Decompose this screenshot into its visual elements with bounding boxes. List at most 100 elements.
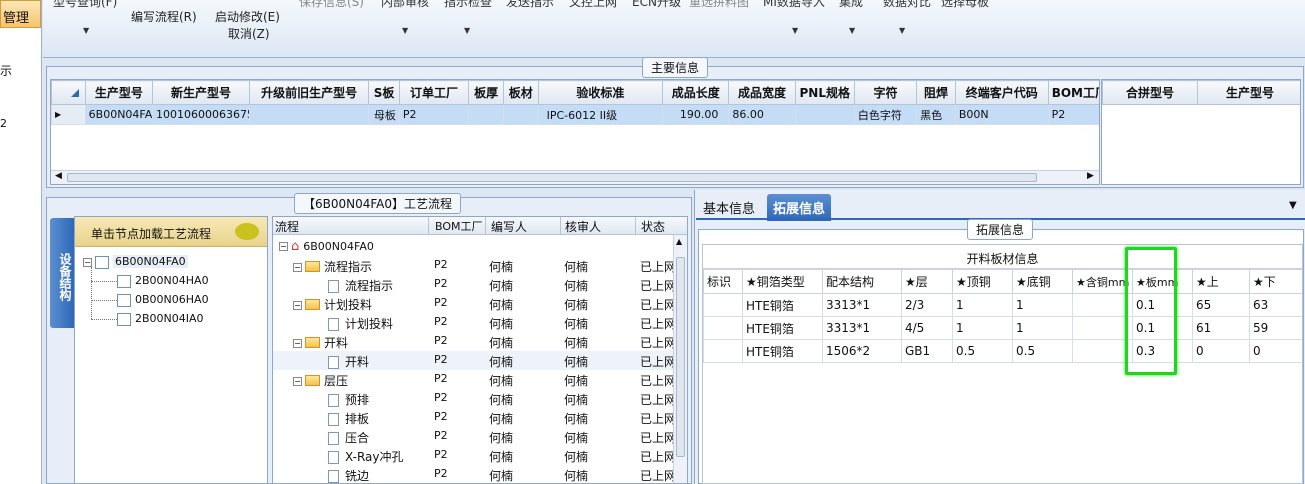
table-cell[interactable]: 0.5 — [952, 339, 1013, 363]
save-info-button[interactable]: 保存信息(S) — [299, 0, 364, 10]
table-cell[interactable]: 0 — [1192, 339, 1250, 363]
column-header[interactable]: ★层 — [901, 269, 953, 294]
column-header[interactable]: 生产型号 — [84, 80, 153, 105]
column-header[interactable]: 终端客户代码 — [954, 80, 1049, 105]
column-header[interactable]: 阻焊 — [916, 80, 956, 105]
flow-name[interactable]: 预排 — [328, 391, 369, 408]
flow-name[interactable]: 压合 — [328, 429, 369, 446]
table-cell[interactable]: 86.00 — [728, 104, 796, 125]
table-cell[interactable]: HTE铜箔 — [742, 339, 823, 363]
column-header[interactable]: ★底铜 — [1012, 269, 1073, 294]
flow-name[interactable]: − 层压 — [293, 372, 348, 389]
column-header[interactable]: 编写人 — [491, 218, 527, 235]
table-cell[interactable]: 63 — [1249, 293, 1302, 317]
flow-name[interactable]: 计划投料 — [328, 315, 393, 332]
flow-name[interactable]: 流程指示 — [328, 277, 393, 294]
integrate-button[interactable]: 集成 — [839, 0, 863, 10]
left-nav-item[interactable]: 示 — [0, 62, 12, 79]
chevron-down-icon[interactable]: ▼ — [83, 26, 89, 35]
table-row[interactable]: HTE铜箔 3313*1 2/3 1 1 0.1 65 63 — [703, 293, 1302, 317]
horizontal-scrollbar[interactable]: ◀ ▶ — [51, 170, 1099, 184]
table-cell[interactable]: 1 — [952, 316, 1013, 340]
table-cell[interactable]: 0.5 — [1012, 339, 1073, 363]
table-cell[interactable]: 母板 — [368, 104, 400, 125]
flow-row[interactable]: 预排 P2 何楠 何楠 已上网 — [273, 389, 679, 408]
column-header[interactable]: BOM工厂 — [1047, 80, 1099, 105]
table-cell[interactable]: P2 — [1047, 104, 1099, 125]
column-header[interactable]: 升级前旧生产型号 — [248, 80, 370, 105]
cutting-material-grid[interactable]: 开料板材信息 标识 ★铜箔类型 配本结构 ★层 ★顶铜 ★底铜 ★含铜mm ★板… — [702, 244, 1303, 484]
column-header[interactable]: BOM工厂 — [435, 218, 483, 234]
column-header[interactable]: ★上 — [1192, 269, 1250, 294]
doc-online-button[interactable]: 文控上网 — [569, 0, 617, 10]
chevron-down-icon[interactable]: ▼ — [1289, 200, 1297, 211]
internal-review-button[interactable]: 内部审核 — [381, 0, 429, 10]
column-header[interactable]: S板 — [368, 80, 400, 105]
write-flow-button[interactable]: 编写流程(R) — [131, 8, 197, 25]
mi-import-button[interactable]: MI数据导入 — [763, 0, 825, 10]
flow-row[interactable]: X-Ray冲孔 P2 何楠 何楠 已上网 — [273, 446, 679, 465]
column-header[interactable]: 配本结构 — [822, 269, 902, 294]
flow-row[interactable]: 计划投料 P2 何楠 何楠 已上网 — [273, 313, 679, 332]
column-header[interactable]: 核审人 — [565, 218, 601, 235]
select-mother-board-button[interactable]: 选择母板 — [941, 0, 989, 10]
tab-extended-info[interactable]: 拓展信息 — [767, 194, 832, 221]
scroll-right-icon[interactable]: ▶ — [1087, 171, 1094, 181]
merge-model-grid[interactable]: 合拼型号 生产型号 — [1101, 79, 1301, 185]
flow-row[interactable]: 开料 P2 何楠 何楠 已上网 — [273, 351, 679, 370]
column-header[interactable]: ★铜箔类型 — [742, 269, 823, 294]
tree-node-root[interactable]: −6B00N04FA0 — [83, 255, 188, 269]
flow-name[interactable]: X-Ray冲孔 — [328, 448, 403, 465]
table-cell[interactable]: 2/3 — [901, 293, 953, 317]
column-header[interactable]: ★含铜mm — [1072, 269, 1133, 294]
flow-row[interactable]: − 流程指示 P2 何楠 何楠 已上网 — [273, 256, 679, 275]
table-cell[interactable]: 6B00N04FA0 — [84, 104, 153, 125]
collapse-icon[interactable]: − — [293, 263, 302, 272]
tree-node[interactable]: 0B00N06HA0 — [117, 293, 209, 307]
column-header[interactable]: 验收标准 — [537, 80, 664, 105]
table-cell[interactable]: 1 — [1012, 293, 1073, 317]
column-header[interactable]: PNL规格 — [794, 80, 855, 105]
table-cell[interactable]: 1 — [952, 293, 1013, 317]
column-header[interactable]: 合拼型号 — [1102, 80, 1198, 105]
table-cell[interactable]: 65 — [1192, 293, 1250, 317]
table-cell[interactable]: HTE铜箔 — [742, 316, 823, 340]
column-header[interactable]: 生产型号 — [1197, 80, 1300, 105]
instruction-check-button[interactable]: 指示检查 — [444, 0, 492, 10]
table-cell[interactable] — [703, 316, 743, 340]
model-query-button[interactable]: 型号查询(F) — [53, 0, 117, 10]
scrollbar-thumb[interactable] — [676, 257, 685, 457]
tree-node[interactable]: 2B00N04HA0 — [117, 274, 209, 288]
flow-row[interactable]: − 计划投料 P2 何楠 何楠 已上网 — [273, 294, 679, 313]
column-header[interactable]: 状态 — [641, 218, 665, 235]
table-cell[interactable] — [703, 293, 743, 317]
column-header[interactable]: 字符 — [853, 80, 918, 105]
table-cell[interactable]: 3313*1 — [822, 293, 902, 317]
vertical-scrollbar[interactable]: ▲ — [673, 235, 687, 483]
table-cell[interactable]: 黑色 — [916, 104, 956, 125]
table-row[interactable]: HTE铜箔 3313*1 4/5 1 1 0.1 61 59 — [703, 316, 1302, 340]
table-cell[interactable]: 1 — [1012, 316, 1073, 340]
flow-row[interactable]: 流程指示 P2 何楠 何楠 已上网 — [273, 275, 679, 294]
column-header[interactable]: ★下 — [1249, 269, 1302, 294]
cancel-button[interactable]: 取消(Z) — [228, 25, 270, 42]
table-cell[interactable]: IPC-6012 II级 — [537, 104, 664, 125]
table-cell[interactable]: 10010600063675 — [151, 104, 250, 125]
start-modify-button[interactable]: 启动修改(E) — [215, 8, 280, 25]
table-cell[interactable] — [248, 104, 370, 125]
table-cell[interactable]: P2 — [398, 104, 470, 125]
collapse-icon[interactable]: − — [293, 377, 302, 386]
flow-name[interactable]: − 开料 — [293, 334, 348, 351]
column-header[interactable]: 订单工厂 — [398, 80, 470, 105]
chevron-down-icon[interactable]: ▼ — [849, 26, 855, 35]
send-instruction-button[interactable]: 发送指示 — [506, 0, 554, 10]
column-header[interactable]: ★顶铜 — [952, 269, 1013, 294]
tree-node[interactable]: 2B00N04IA0 — [117, 312, 204, 326]
table-cell[interactable]: HTE铜箔 — [742, 293, 823, 317]
ecn-upgrade-button[interactable]: ECN升级 — [632, 0, 681, 10]
chevron-down-icon[interactable]: ▼ — [792, 26, 798, 35]
table-cell[interactable]: B00N — [954, 104, 1049, 125]
flow-row[interactable]: 排板 P2 何楠 何楠 已上网 — [273, 408, 679, 427]
reselect-layout-button[interactable]: 重选拼料图 — [689, 0, 749, 10]
flow-name[interactable]: 铣边 — [328, 467, 369, 483]
